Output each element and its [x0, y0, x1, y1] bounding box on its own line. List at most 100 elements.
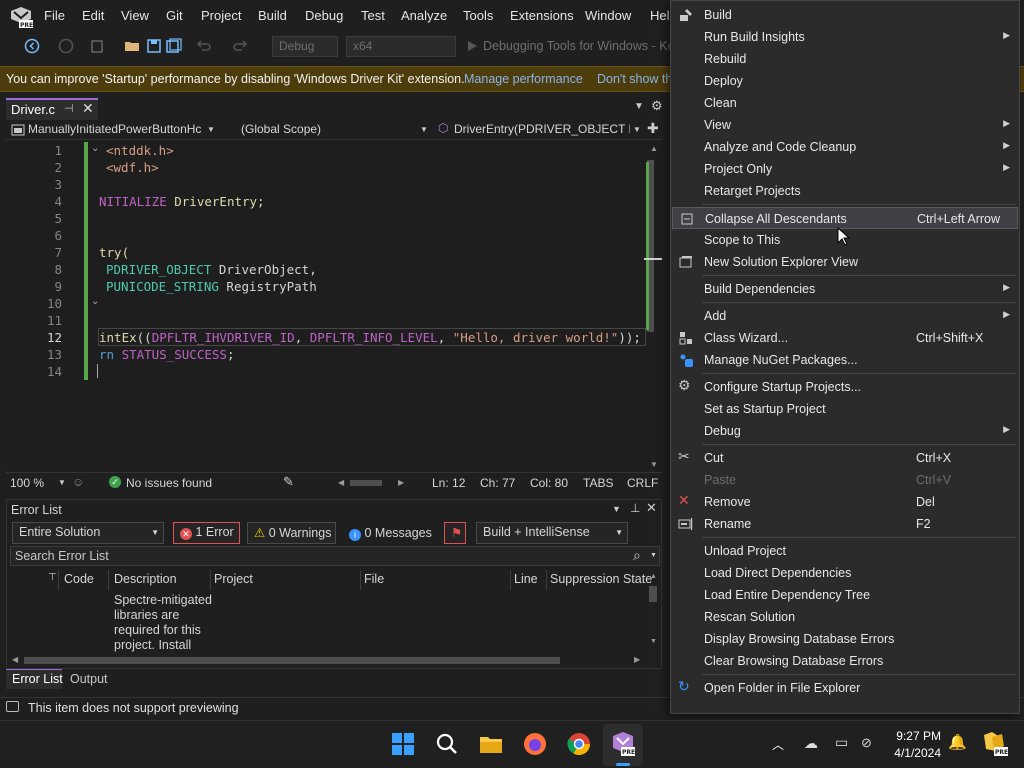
table-row[interactable]: Spectre-mitigated libraries are required… — [10, 590, 646, 652]
line-ending-indicator[interactable]: CRLF — [627, 476, 658, 490]
scroll-left-icon[interactable]: ◀ — [12, 655, 18, 664]
menu-item-load-direct-dependencies[interactable]: Load Direct Dependencies — [672, 562, 1018, 584]
menu-git[interactable]: Git — [166, 8, 183, 23]
scroll-up-icon[interactable]: ▲ — [650, 144, 658, 153]
column-header-project[interactable]: Project — [214, 572, 253, 586]
menu-item-analyze-and-code-cleanup[interactable]: Analyze and Code Cleanup ▶ — [672, 136, 1018, 158]
copilot-icon[interactable]: ☺ — [72, 475, 84, 489]
column-header-suppression-state[interactable]: Suppression State — [550, 572, 652, 586]
chevron-down-icon[interactable]: ▼ — [58, 478, 66, 487]
tab-overflow-icon[interactable]: ▼ — [634, 101, 644, 112]
menu-item-rescan-solution[interactable]: Rescan Solution — [672, 606, 1018, 628]
issues-indicator[interactable]: No issues found — [126, 476, 212, 490]
tabs-indicator[interactable]: TABS — [583, 476, 613, 490]
errors-filter-button[interactable]: ✕ 1 Error — [173, 522, 240, 544]
char-indicator[interactable]: Ch: 77 — [480, 476, 515, 490]
menu-item-build[interactable]: Build — [672, 4, 1018, 26]
chevron-down-icon[interactable]: ▼ — [633, 125, 641, 134]
error-list-search-input[interactable]: Search Error List ⌕ ▼ — [10, 546, 660, 566]
menu-analyze[interactable]: Analyze — [401, 8, 447, 23]
chrome-icon[interactable] — [565, 730, 593, 758]
chevron-down-icon[interactable]: ▼ — [650, 552, 657, 559]
network-icon[interactable]: ☁ — [804, 735, 818, 752]
warnings-filter-button[interactable]: ⚠ 0 Warnings — [247, 522, 336, 544]
pin-icon[interactable]: ⊣ — [64, 102, 74, 115]
menu-item-view[interactable]: View ▶ — [672, 114, 1018, 136]
tab-error-list[interactable]: Error List — [6, 669, 63, 689]
code-cleanup-icon[interactable]: ✎ — [283, 474, 294, 490]
scroll-down-icon[interactable]: ▼ — [650, 460, 658, 469]
scroll-down-icon[interactable]: ▼ — [650, 638, 657, 645]
menu-item-configure-startup-projects[interactable]: ⚙ Configure Startup Projects... — [672, 376, 1018, 398]
fold-chevron-icon[interactable]: ⌄ — [91, 296, 99, 307]
pin-icon[interactable]: ⊥ — [630, 501, 640, 515]
menu-file[interactable]: File — [44, 8, 65, 23]
clock-time[interactable]: 9:27 PM — [883, 729, 941, 743]
platform-dropdown[interactable]: x64 — [346, 36, 456, 57]
menu-item-collapse-all-descendants[interactable]: Collapse All Descendants Ctrl+Left Arrow — [672, 207, 1018, 229]
line-indicator[interactable]: Ln: 12 — [432, 476, 465, 490]
clock-date[interactable]: 4/1/2024 — [883, 746, 941, 760]
menu-build[interactable]: Build — [258, 8, 287, 23]
horizontal-scrollbar-thumb[interactable] — [350, 480, 382, 486]
column-filter-icon[interactable]: ⊤ — [48, 572, 57, 583]
scope-dropdown[interactable]: (Global Scope) — [241, 122, 411, 140]
display-icon[interactable]: ▭ — [835, 734, 848, 751]
volume-muted-icon[interactable]: ⊘ — [861, 735, 872, 751]
menu-item-cut[interactable]: ✂ Cut Ctrl+X — [672, 447, 1018, 469]
chevron-down-icon[interactable]: ▼ — [420, 125, 428, 134]
messages-filter-button[interactable]: i 0 Messages — [349, 526, 432, 541]
menu-item-add[interactable]: Add ▶ — [672, 305, 1018, 327]
undo-icon[interactable] — [196, 38, 212, 54]
close-icon[interactable]: ✕ — [82, 100, 94, 117]
column-header-file[interactable]: File — [364, 572, 384, 586]
menu-item-open-folder-in-file-explorer[interactable]: ↻ Open Folder in File Explorer — [672, 677, 1018, 699]
menu-item-rename[interactable]: Rename F2 — [672, 513, 1018, 535]
gear-icon[interactable]: ⚙ — [651, 98, 663, 114]
split-editor-icon[interactable]: ✚ — [647, 120, 659, 137]
menu-item-build-dependencies[interactable]: Build Dependencies ▶ — [672, 278, 1018, 300]
fold-chevron-icon[interactable]: ⌄ — [91, 143, 99, 154]
navigate-forward-icon[interactable] — [58, 38, 74, 54]
error-list-hscroll-thumb[interactable] — [24, 657, 560, 664]
menu-item-unload-project[interactable]: Unload Project — [672, 540, 1018, 562]
menu-item-load-entire-dependency-tree[interactable]: Load Entire Dependency Tree — [672, 584, 1018, 606]
menu-item-set-as-startup-project[interactable]: Set as Startup Project — [672, 398, 1018, 420]
configuration-dropdown[interactable]: Debug — [272, 36, 338, 57]
scroll-right-icon[interactable]: ▶ — [398, 478, 404, 487]
menu-item-rebuild[interactable]: Rebuild — [672, 48, 1018, 70]
start-debugging-icon[interactable] — [464, 38, 480, 54]
redo-icon[interactable] — [232, 38, 248, 54]
menu-item-debug[interactable]: Debug ▶ — [672, 420, 1018, 442]
menu-extensions[interactable]: Extensions — [510, 8, 574, 23]
scroll-right-icon[interactable]: ▶ — [634, 655, 640, 664]
menu-item-deploy[interactable]: Deploy — [672, 70, 1018, 92]
save-icon[interactable] — [146, 38, 162, 54]
build-filter-toggle[interactable]: ⚑ — [444, 522, 466, 544]
menu-item-remove[interactable]: ✕ Remove Del — [672, 491, 1018, 513]
menu-edit[interactable]: Edit — [82, 8, 104, 23]
menu-test[interactable]: Test — [361, 8, 385, 23]
build-intellisense-dropdown[interactable]: Build + IntelliSense ▼ — [476, 522, 628, 544]
new-project-icon[interactable] — [90, 38, 106, 54]
navigate-back-icon[interactable] — [24, 38, 40, 54]
column-header-description[interactable]: Description — [114, 572, 177, 586]
menu-project[interactable]: Project — [201, 8, 241, 23]
menu-view[interactable]: View — [121, 8, 149, 23]
column-header-line[interactable]: Line — [514, 572, 538, 586]
menu-item-display-browsing-database-errors[interactable]: Display Browsing Database Errors — [672, 628, 1018, 650]
menu-item-class-wizard[interactable]: Class Wizard... Ctrl+Shift+X — [672, 327, 1018, 349]
menu-item-clear-browsing-database-errors[interactable]: Clear Browsing Database Errors — [672, 650, 1018, 672]
open-file-icon[interactable] — [124, 38, 140, 54]
scope-filter-dropdown[interactable]: Entire Solution ▼ — [12, 522, 164, 544]
visual-studio-icon[interactable]: PRE — [609, 730, 637, 758]
scroll-left-icon[interactable]: ◀ — [338, 478, 344, 487]
code-editor[interactable] — [6, 140, 662, 470]
menu-item-clean[interactable]: Clean — [672, 92, 1018, 114]
column-header-code[interactable]: Code — [64, 572, 94, 586]
dont-show-again-link[interactable]: Don't show th — [597, 72, 672, 86]
save-all-icon[interactable] — [166, 38, 182, 54]
close-icon[interactable]: ✕ — [646, 500, 657, 516]
function-dropdown[interactable]: DriverEntry(PDRIVER_OBJECT Driv — [454, 122, 630, 140]
menu-tools[interactable]: Tools — [463, 8, 493, 23]
